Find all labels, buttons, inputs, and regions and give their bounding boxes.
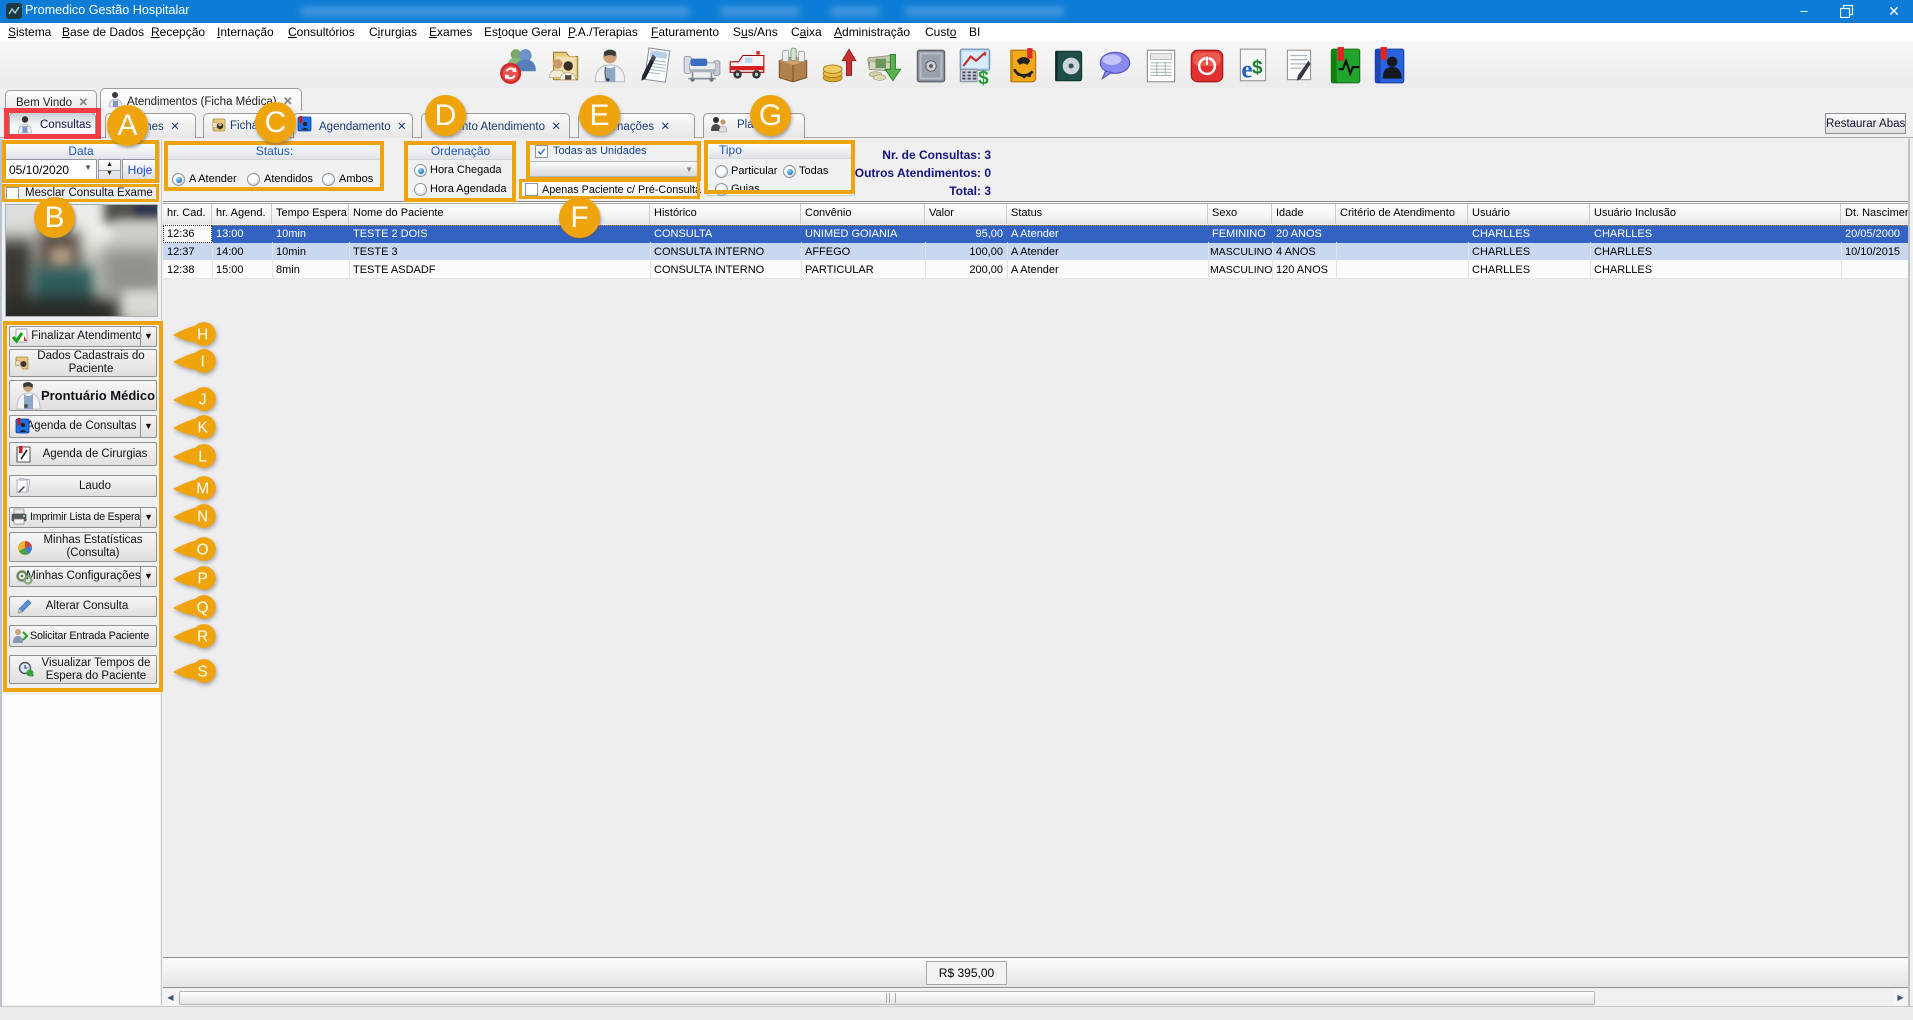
svg-text:P: P xyxy=(198,570,208,587)
svg-text:S: S xyxy=(198,663,208,680)
svg-text:J: J xyxy=(199,391,207,408)
svg-text:K: K xyxy=(198,419,209,436)
svg-text:O: O xyxy=(197,541,209,558)
svg-text:H: H xyxy=(197,326,208,343)
svg-text:L: L xyxy=(198,448,207,465)
svg-text:$: $ xyxy=(1252,57,1263,78)
svg-text:I: I xyxy=(201,353,205,370)
svg-text:$: $ xyxy=(978,68,989,86)
svg-text:R: R xyxy=(197,628,208,645)
svg-text:Q: Q xyxy=(197,599,209,616)
svg-text:M: M xyxy=(196,480,209,497)
svg-text:N: N xyxy=(197,508,208,525)
